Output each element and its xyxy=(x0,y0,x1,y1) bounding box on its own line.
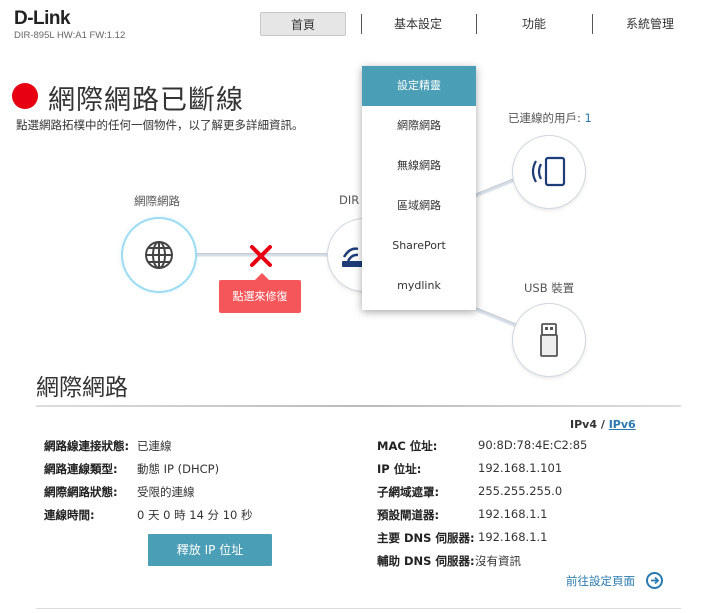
internet-status-label: 網際網路狀態: xyxy=(44,485,118,499)
page-subtitle: 點選網路拓樸中的任何一個物件，以了解更多詳細資訊。 xyxy=(16,118,304,132)
footer-divider xyxy=(36,608,681,609)
subnet-mask-value: 255.255.255.0 xyxy=(478,484,563,498)
ip-version-tabs: IPv4 / IPv6 xyxy=(570,418,636,431)
default-gateway-value: 192.168.1.1 xyxy=(478,507,548,521)
menu-item-setup-wizard[interactable]: 設定精靈 xyxy=(362,66,476,106)
internet-status-value: 受限的連線 xyxy=(137,485,195,499)
router-node-label: DIR xyxy=(339,193,360,207)
arrow-right-circle-icon[interactable] xyxy=(646,572,663,589)
tab-basic-settings[interactable]: 基本設定 xyxy=(370,12,466,36)
clients-node-label: 已連線的用戶: 1 xyxy=(508,111,592,125)
nav-divider xyxy=(361,14,362,34)
connection-time-value: 0 天 0 時 14 分 10 秒 xyxy=(137,508,253,522)
cable-status-label: 網路線連接狀態: xyxy=(44,439,130,453)
tab-home[interactable]: 首頁 xyxy=(260,12,346,36)
tab-ipv4[interactable]: IPv4 xyxy=(570,418,597,431)
nav-divider xyxy=(476,14,477,34)
secondary-dns-label: 輔助 DNS 伺服器: xyxy=(377,554,475,568)
release-ip-button[interactable]: 釋放 IP 位址 xyxy=(148,534,272,566)
repair-caret xyxy=(255,273,269,280)
goto-settings-link[interactable]: 前往設定頁面 xyxy=(566,573,635,589)
usb-node-label: USB 裝置 xyxy=(524,281,575,295)
usb-drive-icon xyxy=(540,323,558,357)
disconnected-x-icon xyxy=(250,245,272,267)
menu-item-wireless[interactable]: 無線網路 xyxy=(362,146,476,186)
mac-address-label: MAC 位址: xyxy=(377,439,438,453)
model-info: DIR-895L HW:A1 FW:1.12 xyxy=(14,30,126,41)
cable-status-value: 已連線 xyxy=(137,439,172,453)
globe-icon xyxy=(145,241,173,269)
basic-settings-dropdown: 設定精靈 網際網路 無線網路 區域網路 SharePort mydlink xyxy=(362,66,476,310)
section-title: 網際網路 xyxy=(36,375,128,401)
nav-divider xyxy=(592,14,593,34)
clients-node[interactable] xyxy=(513,136,585,208)
secondary-dns-value: 沒有資訊 xyxy=(475,554,521,568)
connection-type-value: 動態 IP (DHCP) xyxy=(137,462,220,476)
subnet-mask-label: 子網域遮罩: xyxy=(377,485,440,499)
tablet-wifi-icon xyxy=(531,156,566,187)
disconnected-status-dot xyxy=(12,83,38,109)
arrow-right-icon xyxy=(651,576,660,585)
page-title: 網際網路已斷線 xyxy=(48,85,244,116)
dlink-logo: D-Link xyxy=(14,8,71,29)
internet-node-label: 網際網路 xyxy=(134,194,180,208)
primary-dns-label: 主要 DNS 伺服器: xyxy=(377,531,475,545)
section-divider xyxy=(36,405,681,407)
tab-features[interactable]: 功能 xyxy=(486,12,582,36)
connection-type-label: 網路連線類型: xyxy=(44,462,118,476)
ip-address-label: IP 位址: xyxy=(377,462,422,476)
internet-node[interactable] xyxy=(123,219,195,291)
clients-count: 1 xyxy=(584,111,592,125)
tab-ipv6[interactable]: IPv6 xyxy=(609,418,636,431)
menu-item-internet[interactable]: 網際網路 xyxy=(362,106,476,146)
usb-node[interactable] xyxy=(513,304,585,376)
menu-item-lan[interactable]: 區域網路 xyxy=(362,186,476,226)
connection-time-label: 連線時間: xyxy=(44,508,95,522)
top-header: D-Link DIR-895L HW:A1 FW:1.12 首頁 基本設定 功能… xyxy=(0,0,720,52)
mac-address-value: 90:8D:78:4E:C2:85 xyxy=(478,438,588,452)
ipv-separator: / xyxy=(600,418,605,431)
ip-address-value: 192.168.1.101 xyxy=(478,461,563,475)
menu-item-mydlink[interactable]: mydlink xyxy=(362,266,476,306)
menu-item-shareport[interactable]: SharePort xyxy=(362,226,476,266)
default-gateway-label: 預設閘道器: xyxy=(377,508,440,522)
repair-button[interactable]: 點選來修復 xyxy=(219,280,301,313)
primary-dns-value: 192.168.1.1 xyxy=(478,530,548,544)
tab-management[interactable]: 系統管理 xyxy=(602,12,698,36)
